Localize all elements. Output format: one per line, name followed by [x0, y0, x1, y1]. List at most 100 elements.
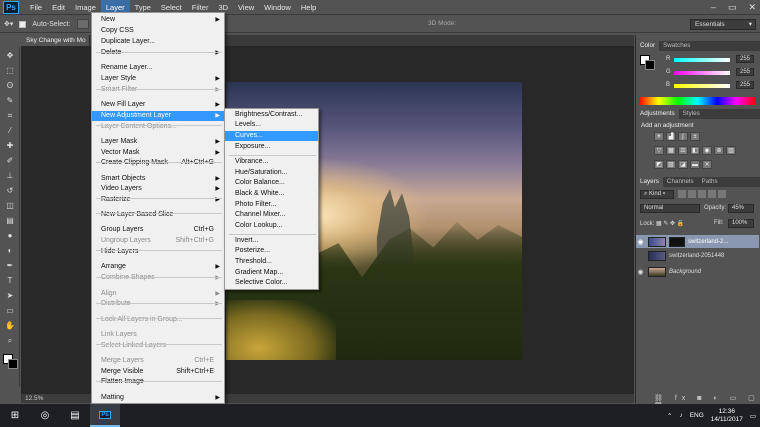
- layer-row[interactable]: ◉ Background: [636, 265, 759, 278]
- visibility-eye-icon[interactable]: ◉: [636, 268, 645, 276]
- layer-menu-item[interactable]: Group Layers Ctrl+G: [92, 225, 224, 235]
- adjustment-menu-item[interactable]: Threshold...: [225, 257, 318, 267]
- levels-icon[interactable]: ▟: [666, 132, 676, 141]
- close-icon[interactable]: ✕: [748, 0, 756, 15]
- layer-kind-filter[interactable]: ⌕ Kind ▾: [640, 190, 674, 199]
- layer-menu-item[interactable]: Delete▶: [92, 48, 224, 58]
- filter-smart-object-icon[interactable]: [718, 190, 726, 198]
- adjustment-menu-item[interactable]: Color Balance...: [225, 178, 318, 188]
- layer-row[interactable]: ◉ switzerland-2...: [636, 235, 759, 248]
- layer-mask-thumbnail[interactable]: [669, 236, 685, 247]
- posterize-icon[interactable]: ▨: [666, 160, 676, 169]
- photoshop-taskbar-icon[interactable]: Ps: [90, 404, 120, 427]
- green-value-field[interactable]: 255: [736, 68, 754, 76]
- brush-tool-icon[interactable]: ✐: [3, 155, 17, 167]
- layer-row[interactable]: switzerland-2051448: [636, 249, 759, 262]
- layer-menu-item[interactable]: Copy CSS: [92, 26, 224, 36]
- chrome-icon[interactable]: ◎: [30, 404, 60, 427]
- color-spectrum[interactable]: [639, 97, 756, 105]
- green-slider[interactable]: G 255: [666, 68, 756, 77]
- layer-menu-item[interactable]: Rename Layer...: [92, 63, 224, 73]
- adjustment-menu-item[interactable]: Color Lookup...: [225, 221, 318, 231]
- layer-menu-item[interactable]: Video Layers ▶: [92, 184, 224, 194]
- document-tab[interactable]: Sky Change with Mo: [22, 35, 90, 46]
- path-select-tool-icon[interactable]: ➤: [3, 290, 17, 302]
- type-tool-icon[interactable]: T: [3, 275, 17, 287]
- pen-tool-icon[interactable]: ✒: [3, 260, 17, 272]
- clock[interactable]: 12:36 14/11/2017: [711, 408, 743, 424]
- fill-field[interactable]: 100%: [728, 219, 754, 228]
- layer-menu-item[interactable]: Layer Mask ▶: [92, 137, 224, 147]
- adjustment-menu-item[interactable]: Photo Filter...: [225, 200, 318, 210]
- adjustment-menu-item[interactable]: Black & White...: [225, 189, 318, 199]
- filter-pixel-icon[interactable]: [678, 190, 686, 198]
- green-slider-track[interactable]: [674, 71, 730, 75]
- tab-paths[interactable]: Paths: [698, 177, 722, 187]
- tab-swatches[interactable]: Swatches: [659, 41, 694, 51]
- photo-filter-icon[interactable]: ◉: [702, 146, 712, 155]
- exposure-icon[interactable]: ±: [690, 132, 700, 141]
- history-brush-tool-icon[interactable]: ↺: [3, 185, 17, 197]
- tab-styles[interactable]: Styles: [679, 109, 704, 119]
- layer-menu-item[interactable]: Duplicate Layer...: [92, 37, 224, 47]
- tab-color[interactable]: Color: [636, 41, 660, 51]
- red-slider-track[interactable]: [674, 58, 730, 62]
- workspace-dropdown[interactable]: Essentials: [690, 19, 756, 30]
- crop-tool-icon[interactable]: ⌗: [3, 110, 17, 122]
- zoom-tool-icon[interactable]: ⌕: [3, 335, 17, 347]
- shape-tool-icon[interactable]: ▭: [3, 305, 17, 317]
- adjustment-menu-item[interactable]: Hue/Saturation...: [225, 168, 318, 178]
- move-tool-icon[interactable]: ✥: [3, 50, 17, 62]
- selective-color-icon[interactable]: ✕: [702, 160, 712, 169]
- healing-brush-tool-icon[interactable]: ✚: [3, 140, 17, 152]
- hue-saturation-icon[interactable]: ▦: [666, 146, 676, 155]
- layer-menu-item[interactable]: New Adjustment Layer ▶: [92, 111, 224, 121]
- color-balance-icon[interactable]: ⚖: [678, 146, 688, 155]
- threshold-icon[interactable]: ◪: [678, 160, 688, 169]
- adjustment-menu-item[interactable]: Brightness/Contrast...: [225, 110, 318, 120]
- layer-menu-item[interactable]: New Layer Based Slice: [92, 210, 224, 220]
- layer-menu-item[interactable]: New Fill Layer ▶: [92, 100, 224, 110]
- quick-select-tool-icon[interactable]: ✎: [3, 95, 17, 107]
- opacity-field[interactable]: 45%: [728, 204, 754, 213]
- maximize-icon[interactable]: ▭: [728, 0, 737, 15]
- blend-mode-dropdown[interactable]: Normal: [640, 204, 700, 213]
- menu-file[interactable]: File: [25, 0, 47, 15]
- vibrance-icon[interactable]: ▽: [654, 146, 664, 155]
- layer-menu-item[interactable]: Rasterize ▶: [92, 195, 224, 205]
- menu-view[interactable]: View: [233, 0, 259, 15]
- adjustment-menu-item[interactable]: Curves...: [225, 131, 318, 141]
- adjustment-menu-item[interactable]: Channel Mixer...: [225, 210, 318, 220]
- color-lookup-icon[interactable]: ▥: [726, 146, 736, 155]
- adjustment-menu-item[interactable]: Vibrance...: [225, 157, 318, 167]
- blur-tool-icon[interactable]: ●: [3, 230, 17, 242]
- tab-channels[interactable]: Channels: [663, 177, 698, 187]
- layer-menu-item[interactable]: Flatten Image: [92, 377, 224, 387]
- auto-select-checkbox[interactable]: [19, 20, 27, 28]
- dodge-tool-icon[interactable]: ◐: [3, 245, 17, 257]
- auto-select-target-dropdown[interactable]: [76, 19, 89, 29]
- minimize-icon[interactable]: –: [711, 0, 716, 15]
- adjustment-menu-item[interactable]: Levels...: [225, 120, 318, 130]
- layer-menu-item[interactable]: Smart Objects ▶: [92, 174, 224, 184]
- black-white-icon[interactable]: ◧: [690, 146, 700, 155]
- file-explorer-icon[interactable]: ▤: [60, 404, 90, 427]
- layer-menu-item[interactable]: Layer Style ▶: [92, 74, 224, 84]
- curves-icon[interactable]: ∫: [678, 132, 688, 141]
- layer-menu-item[interactable]: Vector Mask ▶: [92, 148, 224, 158]
- tab-adjustments[interactable]: Adjustments: [636, 109, 679, 119]
- menu-help[interactable]: Help: [296, 0, 321, 15]
- color-panel-background-swatch[interactable]: [645, 60, 655, 70]
- eyedropper-tool-icon[interactable]: ⁄: [3, 125, 17, 137]
- zoom-level[interactable]: 12.5%: [25, 394, 43, 403]
- adjustment-menu-item[interactable]: Posterize...: [225, 246, 318, 256]
- filter-type-icon[interactable]: [698, 190, 706, 198]
- windows-start-icon[interactable]: ⊞: [0, 404, 30, 427]
- gradient-tool-icon[interactable]: ▤: [3, 215, 17, 227]
- notifications-icon[interactable]: ▭: [750, 412, 756, 420]
- background-color-swatch[interactable]: [8, 359, 18, 369]
- adjustment-menu-item[interactable]: Gradient Map...: [225, 268, 318, 278]
- invert-icon[interactable]: ◩: [654, 160, 664, 169]
- layer-menu-item[interactable]: Hide Layers: [92, 247, 224, 257]
- eraser-tool-icon[interactable]: ◫: [3, 200, 17, 212]
